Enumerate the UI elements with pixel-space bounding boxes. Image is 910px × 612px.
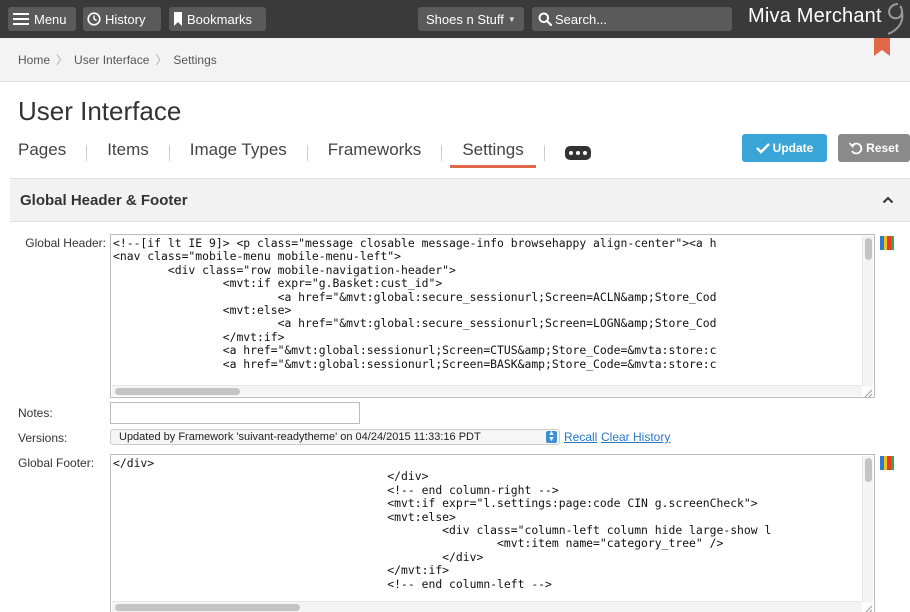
reset-label: Reset — [866, 141, 899, 155]
scrollbar-thumb[interactable] — [865, 238, 872, 260]
search-icon — [538, 12, 552, 26]
tab-divider — [168, 145, 170, 161]
top-bar: Menu History Bookmarks Shoes n Stuff ▼ S… — [0, 0, 910, 38]
recall-link[interactable]: Recall — [564, 430, 597, 444]
versions-label: Versions: — [18, 431, 68, 445]
tab-settings[interactable]: Settings — [450, 134, 537, 168]
tab-image-types[interactable]: Image Types — [190, 134, 287, 168]
horizontal-scrollbar[interactable] — [112, 601, 862, 612]
select-stepper-icon: ▲ ▼ — [546, 430, 557, 443]
tab-divider — [86, 145, 88, 161]
update-label: Update — [772, 141, 814, 155]
reset-arrow-icon — [849, 141, 863, 155]
bookmarks-label: Bookmarks — [187, 11, 253, 27]
history-button[interactable]: History — [83, 7, 161, 31]
global-footer-editor[interactable]: </div> </div> <!-- end column-right --> … — [110, 454, 875, 612]
global-footer-label: Global Footer: — [18, 456, 95, 470]
chevron-up-icon[interactable] — [882, 193, 894, 205]
more-dot — [568, 151, 573, 155]
brand-logo-text: Miva Merchant — [748, 5, 882, 27]
brand-mark-icon — [878, 0, 908, 38]
tab-items[interactable]: Items — [107, 134, 149, 168]
hamburger-icon — [12, 12, 30, 26]
vertical-scrollbar[interactable] — [862, 456, 873, 602]
menu-button[interactable]: Menu — [8, 7, 76, 31]
breadcrumb-home[interactable]: Home — [18, 53, 50, 67]
horizontal-scrollbar[interactable] — [112, 385, 862, 396]
tab-divider — [543, 145, 545, 161]
breadcrumb-user-interface[interactable]: User Interface — [74, 53, 149, 67]
resize-grip-icon[interactable] — [862, 601, 873, 612]
vertical-scrollbar[interactable] — [862, 236, 873, 386]
bookmarks-button[interactable]: Bookmarks — [169, 7, 266, 31]
notes-input[interactable] — [110, 402, 360, 424]
color-bars-icon[interactable] — [880, 456, 894, 470]
more-dot — [582, 151, 587, 155]
scrollbar-thumb[interactable] — [865, 458, 872, 482]
clear-history-link[interactable]: Clear History — [601, 430, 670, 444]
versions-select[interactable]: Updated by Framework 'suivant-readytheme… — [110, 429, 560, 445]
global-header-editor[interactable]: <!--[if lt IE 9]> <p class="message clos… — [110, 234, 875, 398]
menu-label: Menu — [34, 11, 67, 27]
more-dot — [575, 151, 580, 155]
search-input[interactable]: Search... — [532, 7, 732, 31]
update-button[interactable]: Update — [742, 134, 827, 162]
search-placeholder: Search... — [555, 11, 608, 27]
color-bars-icon[interactable] — [880, 236, 894, 250]
page-title: User Interface — [18, 96, 182, 126]
breadcrumb-settings: Settings — [173, 52, 217, 67]
reset-button[interactable]: Reset — [838, 134, 910, 162]
chevron-down-icon: ▼ — [507, 14, 516, 24]
scrollbar-thumb[interactable] — [115, 604, 300, 611]
tab-divider — [306, 145, 308, 161]
versions-select-value: Updated by Framework 'suivant-readytheme… — [119, 431, 481, 443]
history-label: History — [105, 11, 146, 27]
bookmark-page-icon[interactable] — [874, 38, 890, 56]
store-select[interactable]: Shoes n Stuff ▼ — [418, 7, 524, 31]
resize-grip-icon[interactable] — [862, 385, 873, 397]
more-tabs-button[interactable] — [564, 146, 591, 160]
notes-label: Notes: — [18, 406, 53, 420]
bookmark-icon — [173, 12, 183, 26]
breadcrumb-separator-icon: 〉 — [56, 53, 69, 67]
breadcrumb-separator-icon: 〉 — [155, 53, 168, 67]
global-header-code: <!--[if lt IE 9]> <p class="message clos… — [113, 236, 717, 371]
tab-frameworks[interactable]: Frameworks — [328, 134, 422, 168]
tab-bar: Pages Items Image Types Frameworks Setti… — [18, 134, 591, 168]
panel-header[interactable]: Global Header & Footer — [10, 178, 910, 222]
breadcrumb: Home 〉 User Interface 〉 Settings — [0, 38, 910, 82]
tab-pages[interactable]: Pages — [18, 134, 66, 168]
checkmark-icon — [755, 142, 770, 154]
panel-title: Global Header & Footer — [20, 191, 188, 209]
tab-divider — [441, 145, 443, 161]
global-footer-code: </div> </div> <!-- end column-right --> … — [113, 456, 772, 591]
store-select-value: Shoes n Stuff — [426, 11, 504, 27]
scrollbar-thumb[interactable] — [115, 388, 240, 395]
global-header-label: Global Header: — [25, 236, 106, 250]
clock-icon — [87, 12, 101, 26]
